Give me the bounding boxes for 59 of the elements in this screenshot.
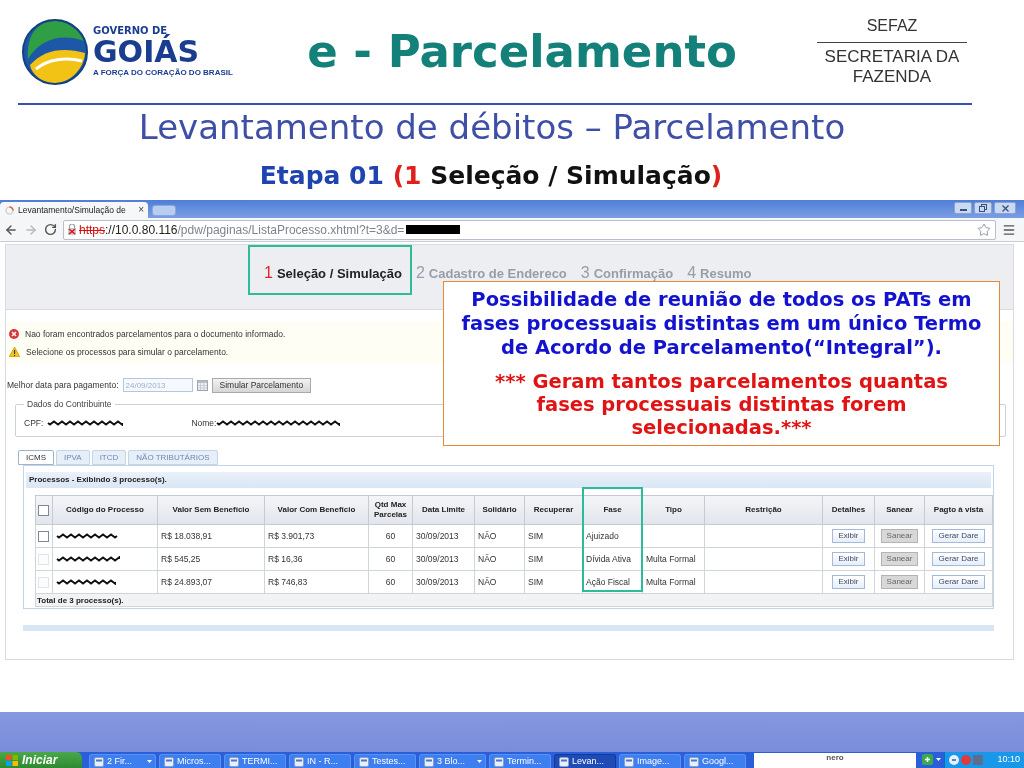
message-text: Nao foram encontrados parcelamentos para o documento informado. xyxy=(25,329,286,339)
column-header: Sanear xyxy=(874,495,925,525)
table-cell-text: 60 xyxy=(385,530,396,541)
table-cell-text: Dívida Ativa xyxy=(586,553,631,564)
column-header: Código do Processo xyxy=(52,495,158,525)
table-cell-text: R$ 16,36 xyxy=(268,553,303,564)
step-number: 2 xyxy=(415,263,425,283)
panel-header: Processos - Exibindo 3 processo(s). xyxy=(26,472,991,488)
column-header: Pagto à vista xyxy=(924,495,993,525)
agency-acronym: SEFAZ xyxy=(866,16,918,36)
logo-text: nero xyxy=(826,753,844,764)
step-number: 3 xyxy=(580,263,590,283)
table-cell-text: R$ 24.893,07 xyxy=(161,576,213,587)
table-cell-text: NÃO xyxy=(478,530,497,541)
column-header: Recuperar xyxy=(524,495,583,525)
table-cell-text: 30/09/2013 xyxy=(416,576,459,587)
column-header: Restrição xyxy=(704,495,823,525)
step-number: 4 xyxy=(687,263,697,283)
table-cell-text: NÃO xyxy=(478,553,497,564)
table-cell-text: R$ 18.038,91 xyxy=(161,530,213,541)
logo-text: GOIÁS xyxy=(93,36,201,68)
column-header: Qtd Max Parcelas xyxy=(368,495,413,525)
column-header: Tipo xyxy=(642,495,705,525)
column-header: Valor Sem Benefício xyxy=(157,495,265,525)
column-header: Valor Com Benefício xyxy=(264,495,369,525)
table-cell-text: Ação Fiscal xyxy=(586,576,630,587)
slide-subtitle: Levantamento de débitos – Parcelamento xyxy=(138,107,846,147)
field-label: CPF: xyxy=(24,416,44,430)
table-cell-text: 30/09/2013 xyxy=(416,530,459,541)
table-cell-text: Multa Formal xyxy=(646,553,696,564)
table-cell-text: R$ 746,83 xyxy=(268,576,308,587)
logo-tagline: A FORÇA DO CORAÇÃO DO BRASIL xyxy=(93,68,233,78)
stage-heading: Etapa 01 (1 Seleção / Simulação) xyxy=(259,161,723,191)
slide-title: e - Parcelamento xyxy=(307,25,737,78)
field-label: Melhor data para pagamento: xyxy=(7,378,119,392)
table-cell-text: R$ 545,25 xyxy=(161,553,201,564)
agency-name: SECRETARIA DA FAZENDA xyxy=(823,47,961,87)
table-footer: Total de 3 processo(s). xyxy=(37,595,124,605)
callout-note: Possibilidade de reunião de todos os PATs em fases processuais distintas em um único Termo de Acordo de Parcelamento(“Integral”). xyxy=(460,288,983,360)
column-header: Data Limite xyxy=(412,495,475,525)
table-cell-text: Multa Formal xyxy=(646,576,696,587)
url-text: https://10.0.80.116/pdw/paginas/ListaProcesso.xhtml?t=3&d= xyxy=(79,222,405,237)
table-cell-text: SIM xyxy=(528,553,544,564)
column-header: Detalhes xyxy=(822,495,875,525)
step-number: 1 xyxy=(264,263,273,283)
table-cell-text: 30/09/2013 xyxy=(416,553,459,564)
callout-warning: *** Geram tantos parcelamentos quantas fases processuais distintas forem selecionadas.*** xyxy=(494,370,949,439)
table-cell-text: SIM xyxy=(528,576,544,587)
table-cell-text: SIM xyxy=(528,530,544,541)
table-cell-text: 60 xyxy=(385,553,396,564)
field-label: Nome: xyxy=(191,416,217,430)
clock-text: 10:10 xyxy=(997,753,1020,767)
table-cell-text: 60 xyxy=(385,576,396,587)
fieldset-legend: Dados do Contribuinte xyxy=(24,398,115,411)
table-cell-text: R$ 3.901,73 xyxy=(268,530,315,541)
table-cell-text: NÃO xyxy=(478,576,497,587)
column-header: Solidário xyxy=(474,495,525,525)
table-cell-text: Ajuizado xyxy=(586,530,619,541)
message-text: Selecione os processos para simular o parcelamento. xyxy=(26,347,229,357)
